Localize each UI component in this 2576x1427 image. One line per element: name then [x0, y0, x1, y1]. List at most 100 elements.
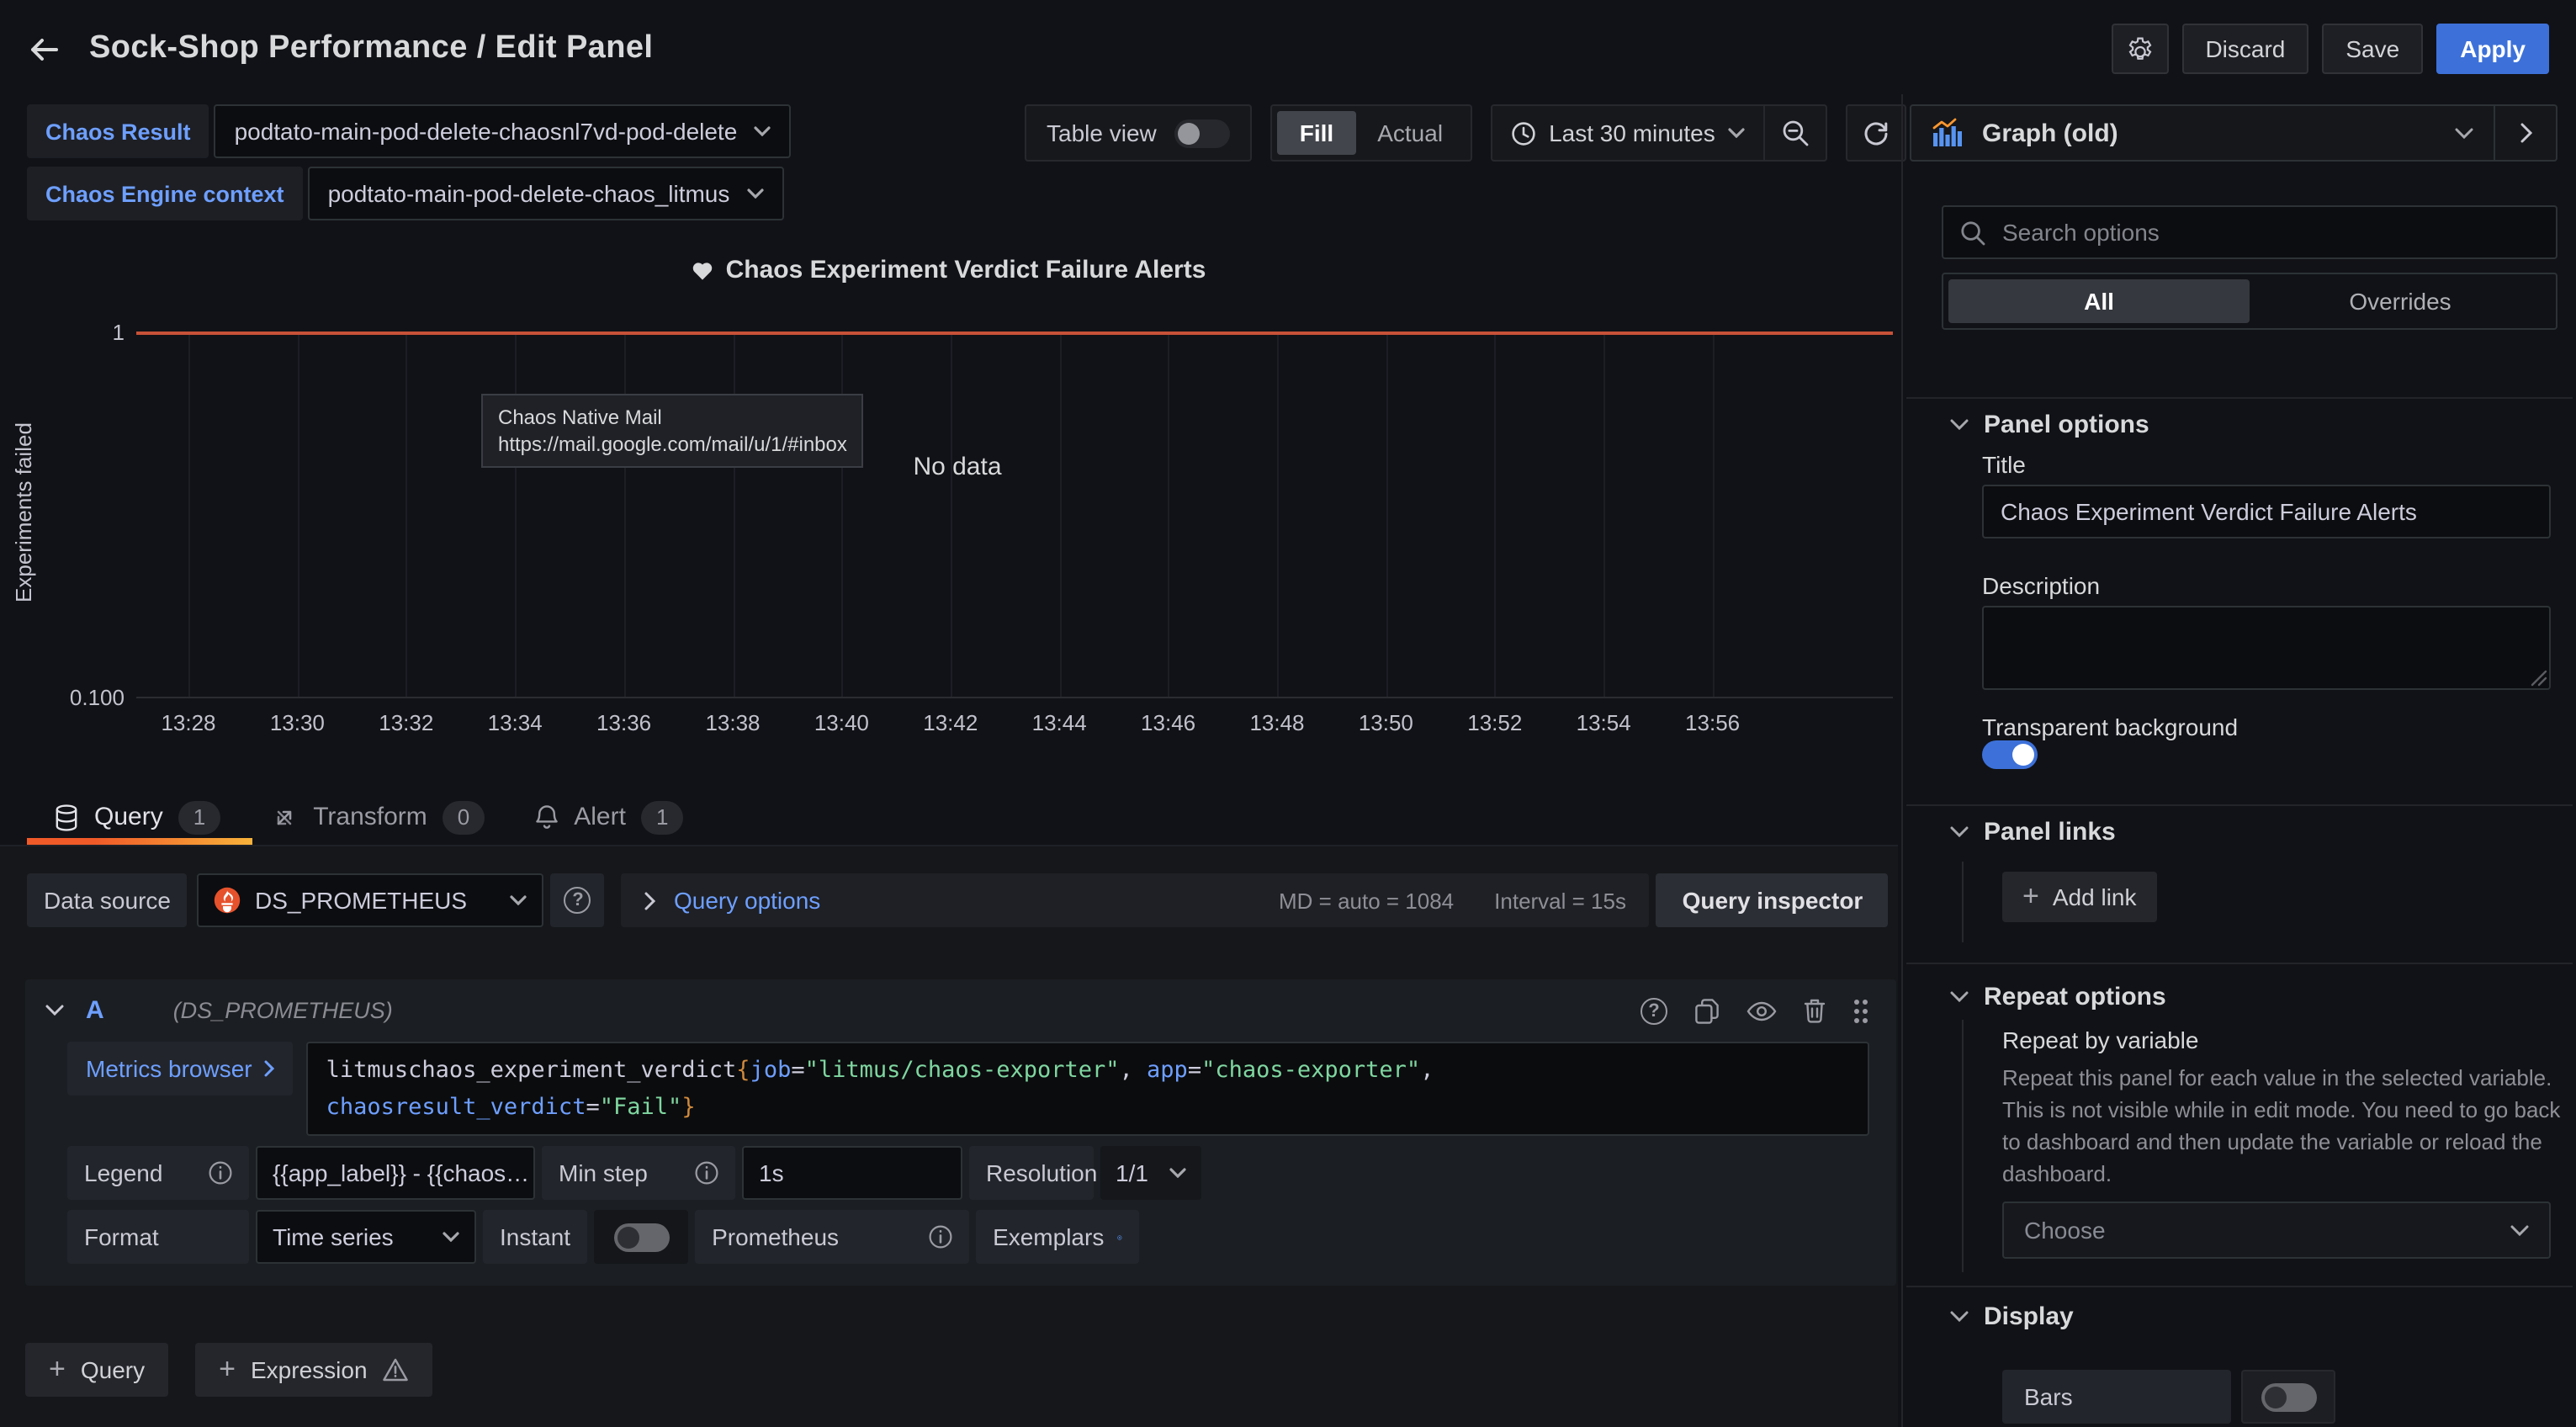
expr-token: , — [1420, 1057, 1434, 1084]
bars-toggle-box[interactable] — [2241, 1370, 2335, 1424]
exemplars-icon — [1117, 1224, 1122, 1249]
tab-badge: 1 — [178, 800, 220, 834]
promql-expression-input[interactable]: litmuschaos_experiment_verdict{job="litm… — [306, 1042, 1869, 1136]
options-search[interactable] — [1942, 205, 2557, 259]
legend-label: Legend — [84, 1159, 162, 1186]
plus-icon: + — [49, 1353, 66, 1387]
collapse-options-button[interactable] — [2494, 106, 2556, 160]
sidebar-divider — [1901, 94, 1903, 1427]
add-expression-button[interactable]: + Expression — [195, 1343, 432, 1397]
gridline — [515, 332, 517, 697]
query-row-header[interactable]: A (DS_PROMETHEUS) ? — [25, 979, 1896, 1042]
chevron-right-icon — [2520, 123, 2531, 143]
panel-settings-button[interactable] — [2111, 24, 2168, 74]
graph-plot-area[interactable] — [136, 332, 1893, 698]
tab-query[interactable]: Query 1 — [54, 789, 220, 845]
database-icon — [54, 804, 79, 830]
time-range-button[interactable]: Last 30 minutes — [1492, 106, 1764, 160]
panel-options-header[interactable]: Panel options — [1950, 411, 2149, 439]
legend-format-input[interactable]: {{app_label}} - {{chaos… — [256, 1146, 535, 1200]
bell-icon — [535, 804, 559, 830]
gridline — [406, 332, 408, 697]
exemplars-chip[interactable]: Exemplars — [976, 1210, 1139, 1264]
fill-option[interactable]: Fill — [1278, 111, 1355, 155]
expr-line: chaosresult_verdict="Fail"} — [326, 1089, 1849, 1126]
expr-token: = — [1188, 1057, 1201, 1084]
discard-button[interactable]: Discard — [2181, 24, 2308, 74]
duplicate-icon[interactable] — [1694, 997, 1720, 1024]
variable-value-dropdown[interactable]: podtato-main-pod-delete-chaosnl7vd-pod-d… — [215, 104, 792, 158]
x-axis-tick: 13:56 — [1685, 710, 1740, 735]
instant-toggle-box[interactable] — [594, 1210, 688, 1264]
repeat-options-header[interactable]: Repeat options — [1950, 983, 2166, 1011]
tab-all[interactable]: All — [1948, 279, 2250, 323]
add-link-label: Add link — [2053, 883, 2137, 910]
drag-handle-icon[interactable] — [1852, 997, 1869, 1024]
save-button[interactable]: Save — [2322, 24, 2423, 74]
variable-value-dropdown[interactable]: podtato-main-pod-delete-chaos_litmus — [308, 167, 784, 220]
query-help-icon[interactable]: ? — [1640, 997, 1667, 1024]
panel-title-text: Chaos Experiment Verdict Failure Alerts — [726, 256, 1206, 284]
add-link-button[interactable]: + Add link — [2002, 872, 2157, 922]
instant-switch[interactable] — [613, 1223, 669, 1251]
expr-token: "litmus/chaos-exporter" — [805, 1057, 1120, 1084]
query-ref-id: A — [86, 996, 104, 1025]
x-axis-tick: 13:38 — [705, 710, 760, 735]
repeat-variable-select[interactable]: Choose — [2002, 1202, 2551, 1259]
resize-handle-icon[interactable] — [2531, 670, 2547, 687]
chevron-down-icon — [443, 1232, 459, 1242]
query-inspector-button[interactable]: Query inspector — [1656, 873, 1889, 927]
section-divider — [1906, 397, 2573, 399]
query-options-link[interactable]: Query options — [674, 887, 820, 914]
zoom-out-button[interactable] — [1764, 106, 1826, 160]
visualization-picker[interactable]: Graph (old) — [1910, 104, 2557, 162]
panel-title-input[interactable] — [1982, 485, 2551, 538]
metrics-browser-label: Metrics browser — [86, 1055, 252, 1082]
section-divider — [1906, 804, 2573, 806]
trash-icon[interactable] — [1804, 998, 1826, 1023]
display-header[interactable]: Display — [1950, 1302, 2074, 1331]
tab-alert[interactable]: Alert 1 — [535, 789, 683, 845]
variable-value: podtato-main-pod-delete-chaos_litmus — [328, 180, 730, 207]
tab-label: Alert — [574, 803, 626, 831]
panel-links-header[interactable]: Panel links — [1950, 818, 2116, 846]
chevron-down-icon — [746, 188, 763, 199]
table-view-label: Table view — [1047, 119, 1157, 146]
refresh-button[interactable] — [1847, 104, 1907, 162]
query-options-bar[interactable]: Query options MD = auto = 1084 Interval … — [622, 873, 1650, 927]
datasource-picker[interactable]: DS_PROMETHEUS — [198, 873, 544, 927]
tab-overrides[interactable]: Overrides — [2250, 279, 2551, 323]
datasource-row: Data source DS_PROMETHEUS ? Query option… — [27, 873, 1889, 927]
chevron-down-icon — [45, 1005, 64, 1016]
gridline — [297, 332, 299, 697]
grafana-edit-panel: Sock-Shop Performance / Edit Panel Disca… — [0, 0, 2576, 1427]
resolution-select[interactable]: 1/1 — [1100, 1146, 1201, 1200]
table-view-toggle[interactable]: Table view — [1025, 104, 1253, 162]
format-select[interactable]: Time series — [256, 1210, 476, 1264]
fill-actual-segment: Fill Actual — [1271, 104, 1471, 162]
section-divider — [1906, 1286, 2573, 1287]
metrics-browser-button[interactable]: Metrics browser — [67, 1042, 293, 1095]
options-filter-tabs: All Overrides — [1942, 273, 2557, 330]
options-search-input[interactable] — [1999, 217, 2539, 247]
tab-transform[interactable]: Transform 0 — [271, 789, 485, 845]
gridline — [1603, 332, 1605, 697]
bars-option-label: Bars — [2002, 1370, 2231, 1424]
table-view-switch[interactable] — [1175, 119, 1231, 147]
apply-button[interactable]: Apply — [2436, 24, 2549, 74]
panel-description-input[interactable] — [1982, 606, 2551, 690]
bars-switch[interactable] — [2261, 1382, 2316, 1411]
add-query-button[interactable]: + Query — [25, 1343, 168, 1397]
transparent-background-switch[interactable] — [1982, 740, 2038, 769]
min-step-input[interactable]: 1s — [742, 1146, 962, 1200]
back-icon[interactable] — [27, 31, 62, 66]
chevron-right-icon — [264, 1060, 274, 1077]
annotation-tooltip-url[interactable]: https://mail.google.com/mail/u/1/#inbox — [498, 431, 847, 458]
eye-icon[interactable] — [1746, 1000, 1777, 1021]
datasource-help-button[interactable]: ? — [551, 873, 605, 927]
x-axis-tick: 13:44 — [1032, 710, 1087, 735]
chevron-down-icon — [2510, 1224, 2529, 1236]
tab-label: Transform — [313, 803, 427, 831]
editor-tabs: Query 1 Transform 0 Alert 1 — [0, 789, 1898, 846]
actual-option[interactable]: Actual — [1355, 111, 1465, 155]
